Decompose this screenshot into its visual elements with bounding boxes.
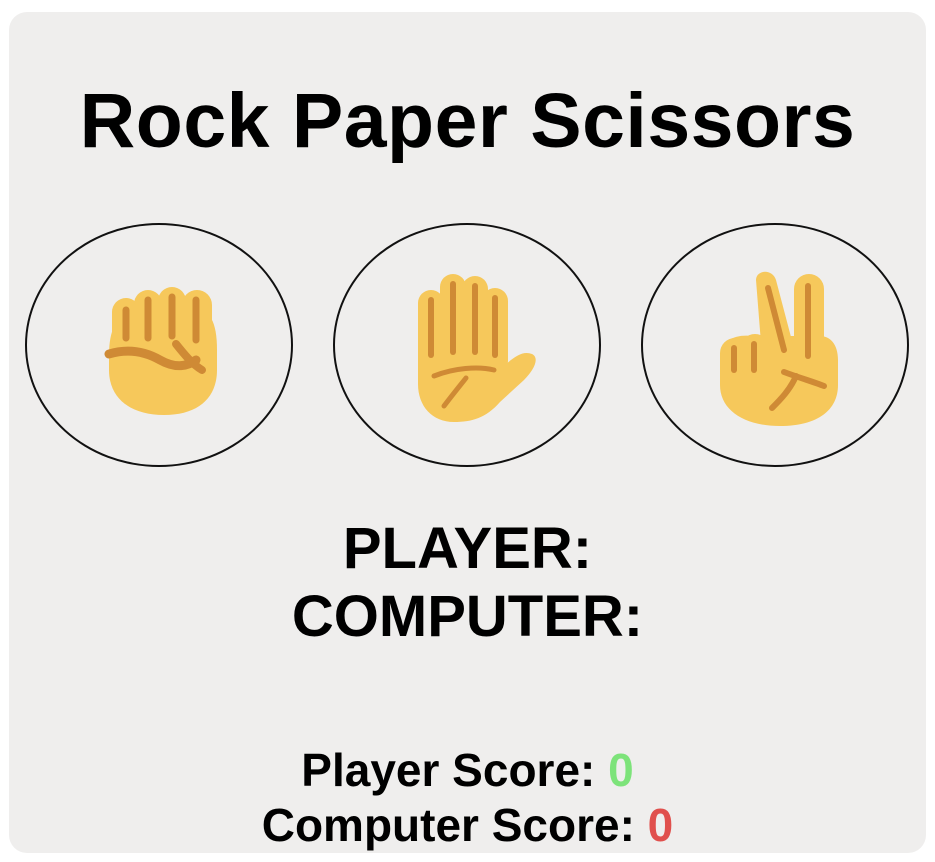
game-title: Rock Paper Scissors <box>79 78 856 164</box>
computer-score-label: Computer Score: <box>261 799 648 851</box>
paper-button[interactable] <box>333 223 601 467</box>
player-score-value: 0 <box>608 744 634 796</box>
player-score-display: Player Score: 0 <box>9 744 926 796</box>
player-score-label: Player Score: <box>301 744 609 796</box>
rock-button[interactable] <box>25 223 293 467</box>
scissors-button[interactable] <box>641 223 909 467</box>
computer-score-display: Computer Score: 0 <box>9 799 926 851</box>
player-choice-display: PLAYER: <box>9 517 926 581</box>
computer-score-value: 0 <box>647 799 674 851</box>
player-choice-label: PLAYER: <box>342 516 593 581</box>
raised-hand-icon <box>418 274 536 422</box>
game-panel: Rock Paper Scissors PLAYER: COMPUTER: Pl… <box>9 12 926 853</box>
computer-choice-display: COMPUTER: <box>9 585 926 649</box>
victory-hand-icon <box>720 271 838 426</box>
computer-choice-label: COMPUTER: <box>291 584 644 649</box>
raised-fist-icon <box>104 287 217 415</box>
